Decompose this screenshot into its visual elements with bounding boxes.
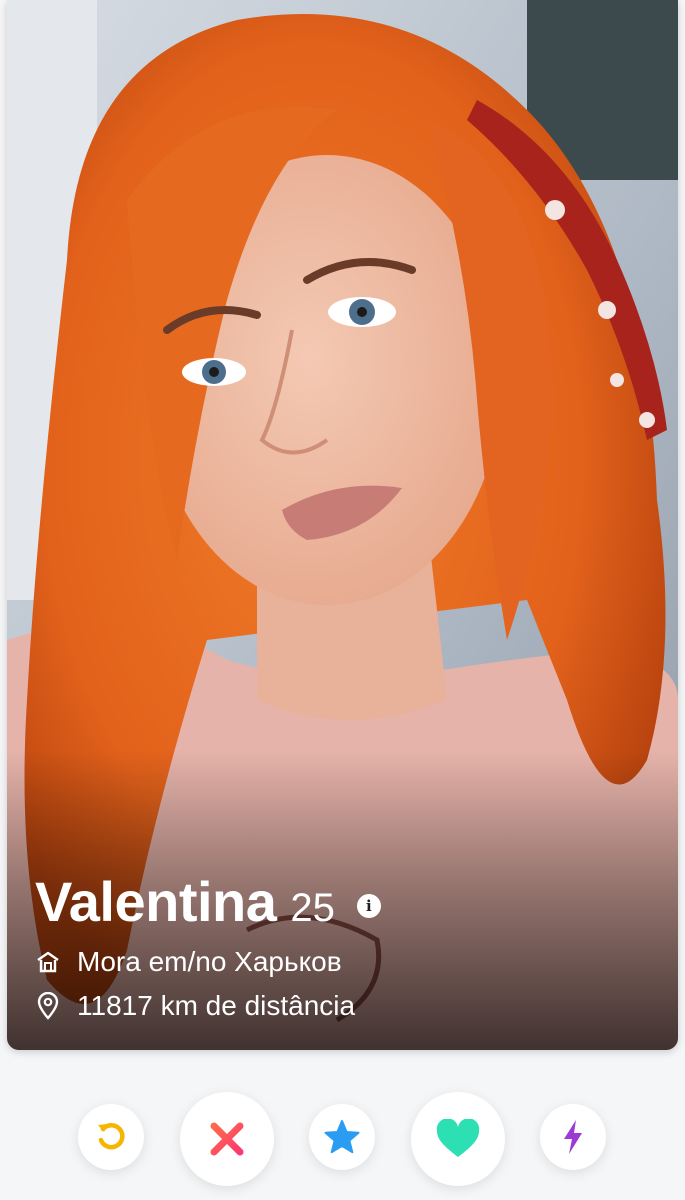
boost-button[interactable] (540, 1104, 606, 1170)
screen: Valentina 25 i Mora em/no Харьков 11817 … (0, 0, 685, 1200)
profile-card[interactable]: Valentina 25 i Mora em/no Харьков 11817 … (7, 0, 678, 1050)
profile-name: Valentina (35, 870, 277, 933)
lives-in-row: Mora em/no Харьков (35, 946, 650, 978)
close-icon (210, 1122, 244, 1156)
like-button[interactable] (411, 1092, 505, 1186)
heart-icon (436, 1119, 480, 1157)
lightning-icon (564, 1120, 582, 1154)
name-row: Valentina 25 i (35, 869, 650, 934)
home-icon (37, 951, 59, 973)
super-like-button[interactable] (309, 1104, 375, 1170)
nope-button[interactable] (180, 1092, 274, 1186)
location-pin-icon (37, 992, 59, 1020)
rewind-icon (98, 1123, 125, 1150)
profile-age: 25 (290, 886, 335, 930)
lives-in-text: Mora em/no Харьков (77, 946, 342, 977)
rewind-button[interactable] (78, 1104, 144, 1170)
profile-info: Valentina 25 i Mora em/no Харьков 11817 … (35, 869, 650, 1022)
info-icon[interactable]: i (356, 893, 381, 918)
distance-text: 11817 km de distância (77, 990, 356, 1021)
distance-row: 11817 km de distância (35, 990, 650, 1022)
action-bar (0, 1092, 685, 1186)
star-icon (324, 1120, 360, 1154)
